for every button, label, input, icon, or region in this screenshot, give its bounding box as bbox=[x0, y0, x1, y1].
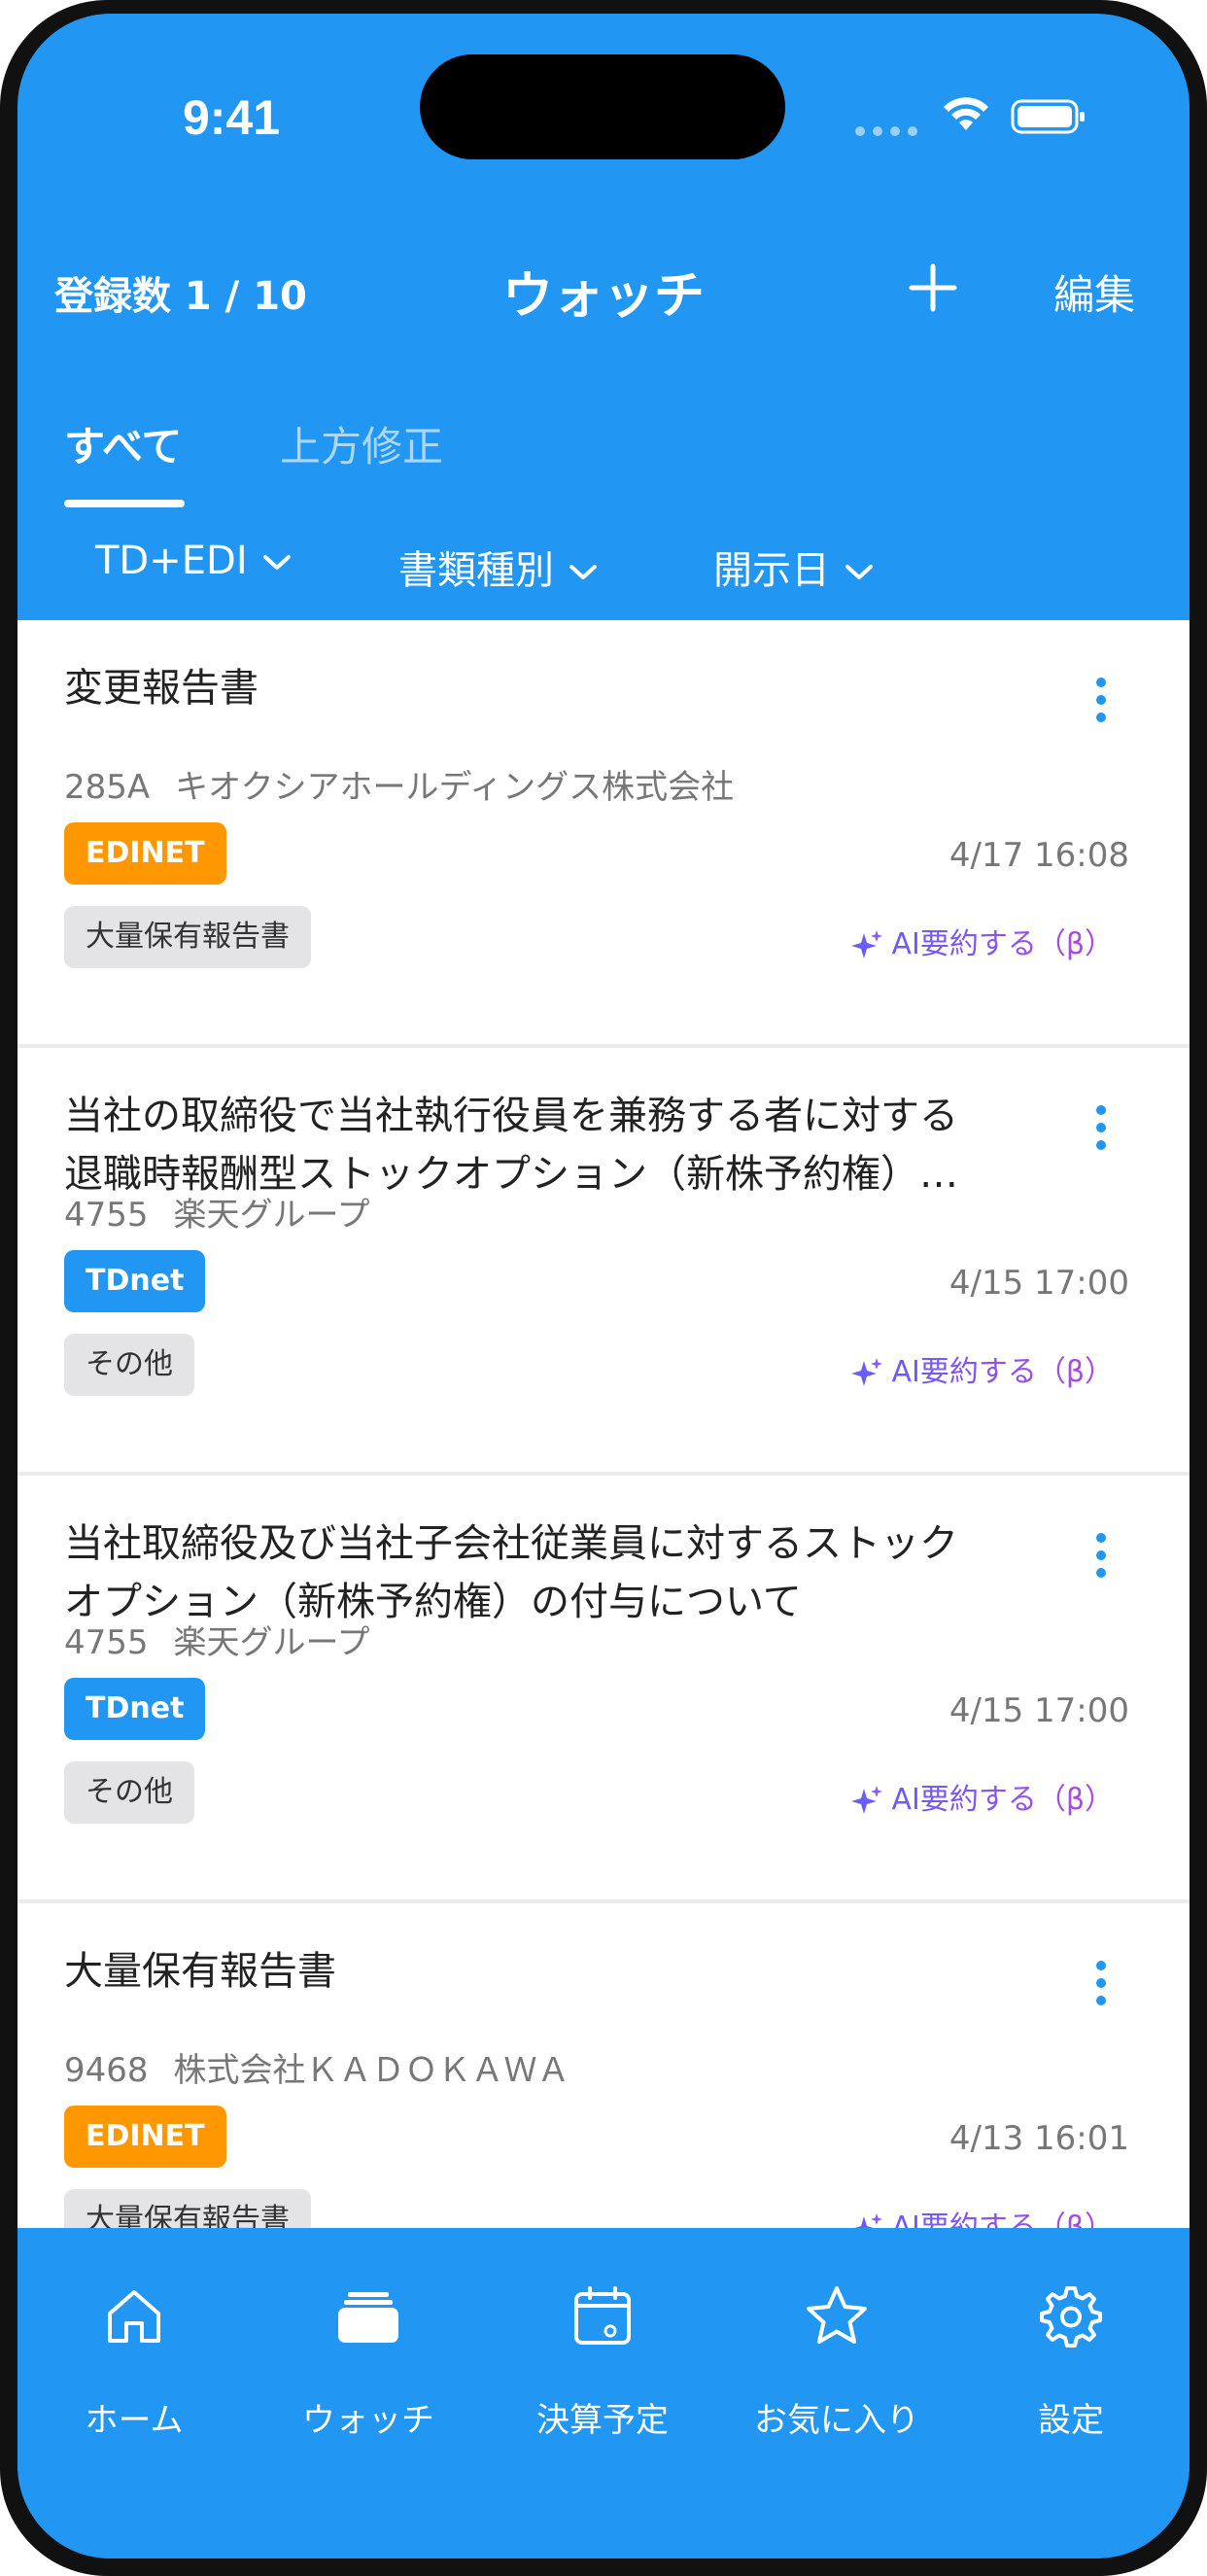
disclosure-date: 4/15 17:00 bbox=[948, 1264, 1129, 1303]
nav-watch[interactable]: ウォッチ bbox=[252, 2228, 485, 2440]
company-name: 楽天グループ bbox=[173, 1623, 370, 1662]
add-button[interactable] bbox=[904, 259, 962, 317]
tab-upward-revision[interactable]: 上方修正 bbox=[280, 414, 443, 473]
document-title-line: 大量保有報告書 bbox=[64, 1949, 336, 1994]
disclosure-date: 4/13 16:01 bbox=[948, 2119, 1129, 2158]
nav-settings-label: 設定 bbox=[1038, 2401, 1104, 2440]
source-badge: TDnet bbox=[64, 1678, 206, 1740]
screen: 9:41 登録数 1 / 10 ウォッチ 編集 すべて 上方修正 TD+EDI … bbox=[17, 14, 1190, 2559]
doc-type-badge: 大量保有報告書 bbox=[64, 2189, 311, 2228]
dynamic-island bbox=[420, 54, 785, 159]
company-name: 株式会社ＫＡＤＯＫＡＷＡ bbox=[173, 2051, 570, 2090]
disclosure-date: 4/17 16:08 bbox=[948, 836, 1129, 875]
app-header: 登録数 1 / 10 ウォッチ 編集 bbox=[17, 237, 1190, 344]
more-options-icon[interactable] bbox=[1086, 671, 1116, 729]
company-code: 4755 bbox=[64, 1623, 149, 1662]
ai-summary-label: AI要約する（β） bbox=[891, 1783, 1114, 1817]
nav-earnings-schedule[interactable]: 決算予定 bbox=[486, 2228, 719, 2440]
page-title: ウォッチ bbox=[501, 267, 705, 326]
company-info: 9468 株式会社ＫＡＤＯＫＡＷＡ bbox=[64, 2043, 570, 2091]
tab-all[interactable]: すべて bbox=[64, 414, 182, 473]
more-options-icon[interactable] bbox=[1086, 1526, 1116, 1584]
doc-type-badge: 大量保有報告書 bbox=[64, 906, 311, 968]
nav-home-label: ホーム bbox=[85, 2401, 184, 2440]
nav-favorites[interactable]: お気に入り bbox=[720, 2228, 953, 2440]
filter-doc-type-label: 書類種別 bbox=[398, 548, 554, 593]
company-code: 285A bbox=[64, 768, 151, 807]
edit-button[interactable]: 編集 bbox=[1053, 262, 1135, 322]
sparkle-icon bbox=[851, 1357, 883, 1386]
nav-settings[interactable]: 設定 bbox=[954, 2228, 1188, 2440]
filter-bar: TD+EDI 書類種別 開示日 bbox=[17, 539, 1190, 616]
nav-favorites-label: お気に入り bbox=[754, 2401, 919, 2440]
more-options-icon[interactable] bbox=[1086, 1098, 1116, 1157]
cellular-signal-icon bbox=[855, 126, 923, 136]
device-frame: 9:41 登録数 1 / 10 ウォッチ 編集 すべて 上方修正 TD+EDI … bbox=[0, 0, 1207, 2576]
nav-home[interactable]: ホーム bbox=[17, 2228, 251, 2440]
calendar-icon bbox=[574, 2286, 631, 2345]
nav-watch-label: ウォッチ bbox=[302, 2401, 434, 2440]
battery-icon bbox=[1011, 99, 1085, 134]
bottom-nav: ホーム ウォッチ 決算予定 お気に入り 設定 bbox=[17, 2228, 1190, 2559]
company-name: 楽天グループ bbox=[173, 1196, 370, 1235]
ai-summary-button[interactable]: AI要約する（β） bbox=[850, 1775, 1114, 1818]
document-title-line: 当社取締役及び当社子会社従業員に対するストック bbox=[64, 1521, 958, 1566]
document-title: 変更報告書 bbox=[64, 659, 1046, 717]
ai-summary-label: AI要約する（β） bbox=[891, 1355, 1114, 1389]
document-card[interactable]: 当社の取締役で当社執行役員を兼務する者に対する 退職時報酬型ストックオプション（… bbox=[17, 1048, 1190, 1476]
star-icon bbox=[807, 2286, 867, 2344]
document-card[interactable]: 変更報告書 285A キオクシアホールディングス株式会社 EDINET 4/17 … bbox=[17, 620, 1190, 1048]
document-card[interactable]: 当社取締役及び当社子会社従業員に対するストック オプション（新株予約権）の付与に… bbox=[17, 1476, 1190, 1903]
active-tab-indicator bbox=[64, 500, 185, 507]
company-code: 4755 bbox=[64, 1196, 149, 1235]
document-list: 変更報告書 285A キオクシアホールディングス株式会社 EDINET 4/17 … bbox=[17, 620, 1190, 2228]
source-badge: TDnet bbox=[64, 1250, 206, 1312]
company-code: 9468 bbox=[64, 2051, 149, 2090]
filter-source-label: TD+EDI bbox=[95, 539, 248, 583]
document-title: 当社取締役及び当社子会社従業員に対するストック オプション（新株予約権）の付与に… bbox=[64, 1514, 1046, 1631]
wifi-icon bbox=[944, 97, 988, 130]
source-badge: EDINET bbox=[64, 822, 226, 885]
company-info: 4755 楽天グループ bbox=[64, 1188, 370, 1236]
chevron-down-icon bbox=[569, 565, 597, 579]
sparkle-icon bbox=[851, 929, 883, 958]
company-info: 4755 楽天グループ bbox=[64, 1616, 370, 1663]
chevron-down-icon bbox=[845, 565, 873, 579]
ai-summary-button[interactable]: AI要約する（β） bbox=[850, 2203, 1114, 2228]
filter-doc-type[interactable]: 書類種別 bbox=[398, 539, 599, 595]
status-time: 9:41 bbox=[183, 90, 281, 145]
nav-earnings-label: 決算予定 bbox=[536, 2401, 669, 2440]
filter-disclosure-date-label: 開示日 bbox=[713, 548, 830, 593]
home-icon bbox=[108, 2290, 160, 2343]
document-title: 大量保有報告書 bbox=[64, 1942, 1046, 2001]
document-title: 当社の取締役で当社執行役員を兼務する者に対する 退職時報酬型ストックオプション（… bbox=[64, 1087, 1046, 1203]
document-title-line: 変更報告書 bbox=[64, 666, 259, 711]
filter-disclosure-date[interactable]: 開示日 bbox=[713, 539, 875, 595]
ai-summary-button[interactable]: AI要約する（β） bbox=[850, 920, 1114, 962]
doc-type-badge: その他 bbox=[64, 1761, 194, 1824]
gear-icon bbox=[1040, 2286, 1102, 2348]
filter-source[interactable]: TD+EDI bbox=[95, 539, 293, 583]
tab-bar: すべて 上方修正 bbox=[17, 402, 1190, 509]
more-options-icon[interactable] bbox=[1086, 1954, 1116, 2012]
source-badge: EDINET bbox=[64, 2106, 226, 2168]
chevron-down-icon bbox=[262, 555, 291, 570]
disclosure-date: 4/15 17:00 bbox=[948, 1691, 1129, 1730]
watch-folder-icon bbox=[338, 2292, 398, 2343]
ai-summary-label: AI要約する（β） bbox=[891, 927, 1114, 961]
document-title-line: 当社の取締役で当社執行役員を兼務する者に対する bbox=[64, 1094, 958, 1138]
ai-summary-label: AI要約する（β） bbox=[891, 2210, 1114, 2228]
company-info: 285A キオクシアホールディングス株式会社 bbox=[64, 760, 734, 808]
doc-type-badge: その他 bbox=[64, 1334, 194, 1396]
sparkle-icon bbox=[851, 1785, 883, 1814]
ai-summary-button[interactable]: AI要約する（β） bbox=[850, 1347, 1114, 1390]
sparkle-icon bbox=[853, 2212, 883, 2228]
document-card[interactable]: 大量保有報告書 9468 株式会社ＫＡＤＯＫＡＷＡ EDINET 4/13 16:… bbox=[17, 1903, 1190, 2228]
company-name: キオクシアホールディングス株式会社 bbox=[175, 768, 735, 807]
